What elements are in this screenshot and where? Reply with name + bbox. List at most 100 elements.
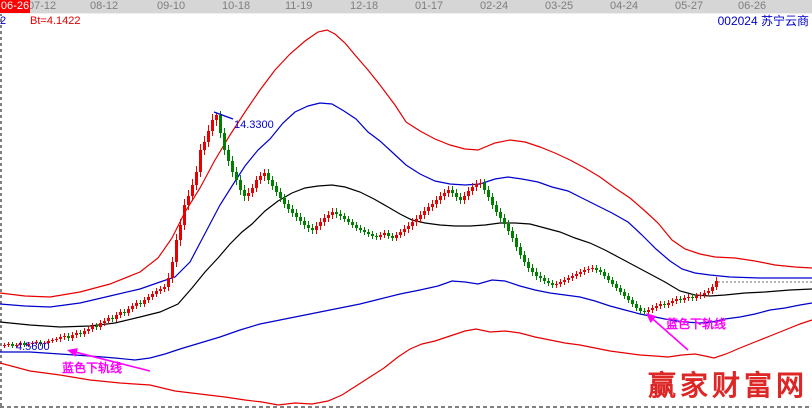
candle-body (563, 280, 566, 282)
candle-body (191, 185, 194, 196)
candle-body (395, 235, 398, 238)
candle-body (287, 204, 290, 209)
candle-body (571, 276, 574, 278)
candle-body (115, 315, 118, 319)
candle-body (87, 329, 90, 331)
candle-body (615, 284, 618, 288)
candle-body (223, 133, 226, 150)
candle-body (91, 326, 94, 329)
chart-canvas[interactable] (0, 0, 812, 410)
date-label: 05-27 (675, 1, 703, 12)
blue-lower-band-callout-left: 蓝色下轨线 (62, 362, 122, 374)
candle-body (335, 212, 338, 214)
candle-body (299, 217, 302, 221)
candle-body (167, 278, 170, 287)
candle-body (611, 280, 614, 284)
candle-body (583, 270, 586, 272)
candle-body (427, 207, 430, 211)
candle-body (199, 150, 202, 172)
candle-body (491, 197, 494, 205)
candle-body (499, 212, 502, 218)
candle-body (683, 298, 686, 300)
candle-body (503, 218, 506, 224)
candle-body (691, 297, 694, 298)
candle-body (619, 288, 622, 292)
candle-body (663, 304, 666, 305)
candle-body (375, 236, 378, 237)
candle-body (219, 115, 222, 133)
candle-body (235, 172, 238, 180)
candle-body (519, 247, 522, 255)
candle-body (423, 211, 426, 215)
candle-body (303, 221, 306, 225)
candle-body (579, 272, 582, 274)
candle-body (403, 229, 406, 232)
candle-body (531, 268, 534, 272)
candle-body (523, 255, 526, 262)
candle-body (659, 304, 662, 306)
candle-body (587, 269, 590, 270)
candle-body (703, 293, 706, 295)
candle-body (443, 193, 446, 196)
candle-body (435, 200, 438, 204)
candle-body (527, 262, 530, 268)
candle-body (539, 276, 542, 278)
candle-body (559, 282, 562, 284)
candle-body (239, 180, 242, 190)
candle-body (323, 218, 326, 222)
candle-body (227, 150, 230, 161)
candle-body (635, 304, 638, 308)
candle-body (203, 142, 206, 150)
candle-body (347, 219, 350, 222)
candle-body (711, 287, 714, 291)
candle-body (183, 205, 186, 225)
candle-body (103, 321, 106, 323)
candle-body (339, 214, 342, 216)
candle-body (331, 212, 334, 215)
blue-lower-band-callout-right: 蓝色下轨线 (666, 318, 726, 330)
candle-body (351, 222, 354, 225)
date-label: 07-12 (28, 1, 56, 12)
candle-body (383, 233, 386, 235)
date-label: 01-17 (415, 1, 443, 12)
date-axis-bar: 06-26 07-1208-1209-1010-1811-1912-1801-1… (0, 0, 812, 14)
candle-body (159, 289, 162, 291)
candle-body (243, 190, 246, 196)
candle-body (495, 205, 498, 212)
candle-body (155, 291, 158, 294)
candle-body (667, 303, 670, 305)
candle-body (471, 187, 474, 191)
candle-body (439, 196, 442, 200)
stock-chart-window: 06-26 07-1208-1209-1010-1811-1912-1801-1… (0, 0, 812, 410)
stock-code: 002024 (718, 14, 758, 28)
candle-body (131, 306, 134, 309)
date-label: 06-26 (738, 1, 766, 12)
candle-body (415, 219, 418, 222)
candle-body (547, 281, 550, 283)
candle-body (447, 190, 450, 193)
candle-body (171, 262, 174, 278)
candle-body (695, 296, 698, 298)
candle-body (551, 283, 554, 285)
candle-body (263, 173, 266, 176)
band-red-upper (0, 30, 812, 297)
candle-body (463, 196, 466, 200)
candle-body (139, 303, 142, 304)
candle-body (3, 345, 6, 346)
candle-body (7, 344, 10, 345)
candle-body (175, 240, 178, 262)
candle-body (515, 238, 518, 247)
candle-body (283, 198, 286, 204)
candle-body (215, 115, 218, 120)
candle-body (127, 309, 130, 313)
candle-body (399, 232, 402, 235)
candle-body (327, 215, 330, 218)
candle-body (163, 287, 166, 289)
candle-body (715, 281, 718, 287)
candle-body (567, 278, 570, 280)
candle-body (135, 303, 138, 306)
candle-body (367, 232, 370, 234)
candle-body (307, 225, 310, 228)
candle-body (123, 312, 126, 313)
candle-body (419, 215, 422, 219)
